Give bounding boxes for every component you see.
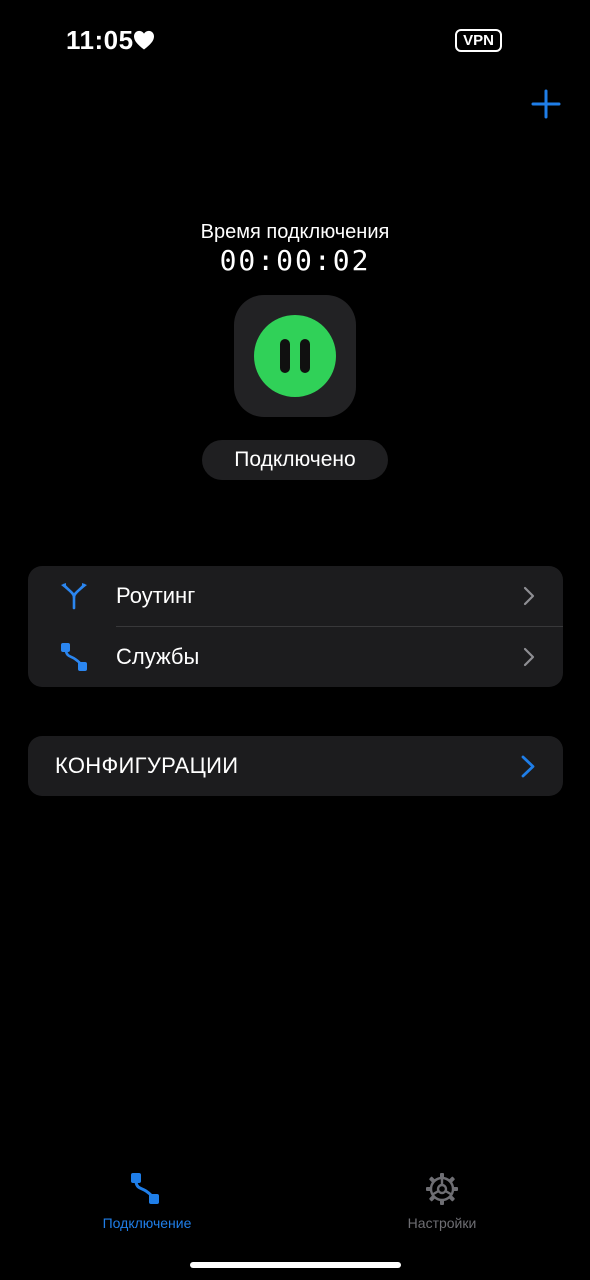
plus-icon	[531, 89, 561, 119]
menu-item-services[interactable]: Службы	[28, 627, 563, 687]
menu-card: Роутинг Службы	[28, 566, 563, 687]
menu-item-routing-label: Роутинг	[116, 583, 196, 608]
tab-settings[interactable]: Настройки	[342, 1160, 542, 1240]
add-button[interactable]	[528, 86, 564, 122]
menu-item-routing[interactable]: Роутинг	[28, 566, 563, 626]
tab-bar: Подключение Настройки	[0, 1160, 590, 1250]
services-icon	[61, 643, 87, 671]
connection-toggle-button[interactable]	[234, 295, 356, 417]
connection-time-value: 00:00:02	[219, 244, 371, 277]
chevron-right-icon	[523, 586, 535, 606]
connection-time-label: Время подключения	[200, 221, 390, 243]
pause-icon	[254, 315, 336, 397]
tab-connection[interactable]: Подключение	[47, 1160, 247, 1240]
configurations-label: КОНФИГУРАЦИИ	[55, 753, 239, 778]
home-indicator[interactable]	[190, 1262, 401, 1268]
connection-status-badge: Подключено	[202, 440, 388, 480]
chevron-right-icon	[523, 647, 535, 667]
pause-bar-left	[280, 339, 290, 373]
connection-icon	[131, 1173, 159, 1204]
heart-icon	[134, 30, 154, 50]
tab-settings-label: Настройки	[407, 1215, 477, 1231]
status-bar: 11:05 VPN	[0, 0, 590, 80]
status-time: 11:05	[66, 25, 134, 55]
pause-bar-right	[300, 339, 310, 373]
tab-connection-label: Подключение	[102, 1215, 192, 1231]
routing-icon	[61, 583, 87, 610]
gear-icon	[426, 1173, 458, 1205]
configurations-button[interactable]: КОНФИГУРАЦИИ	[28, 736, 563, 796]
vpn-badge: VPN	[455, 29, 502, 52]
chevron-right-icon	[521, 755, 535, 778]
menu-item-services-label: Службы	[116, 644, 200, 669]
